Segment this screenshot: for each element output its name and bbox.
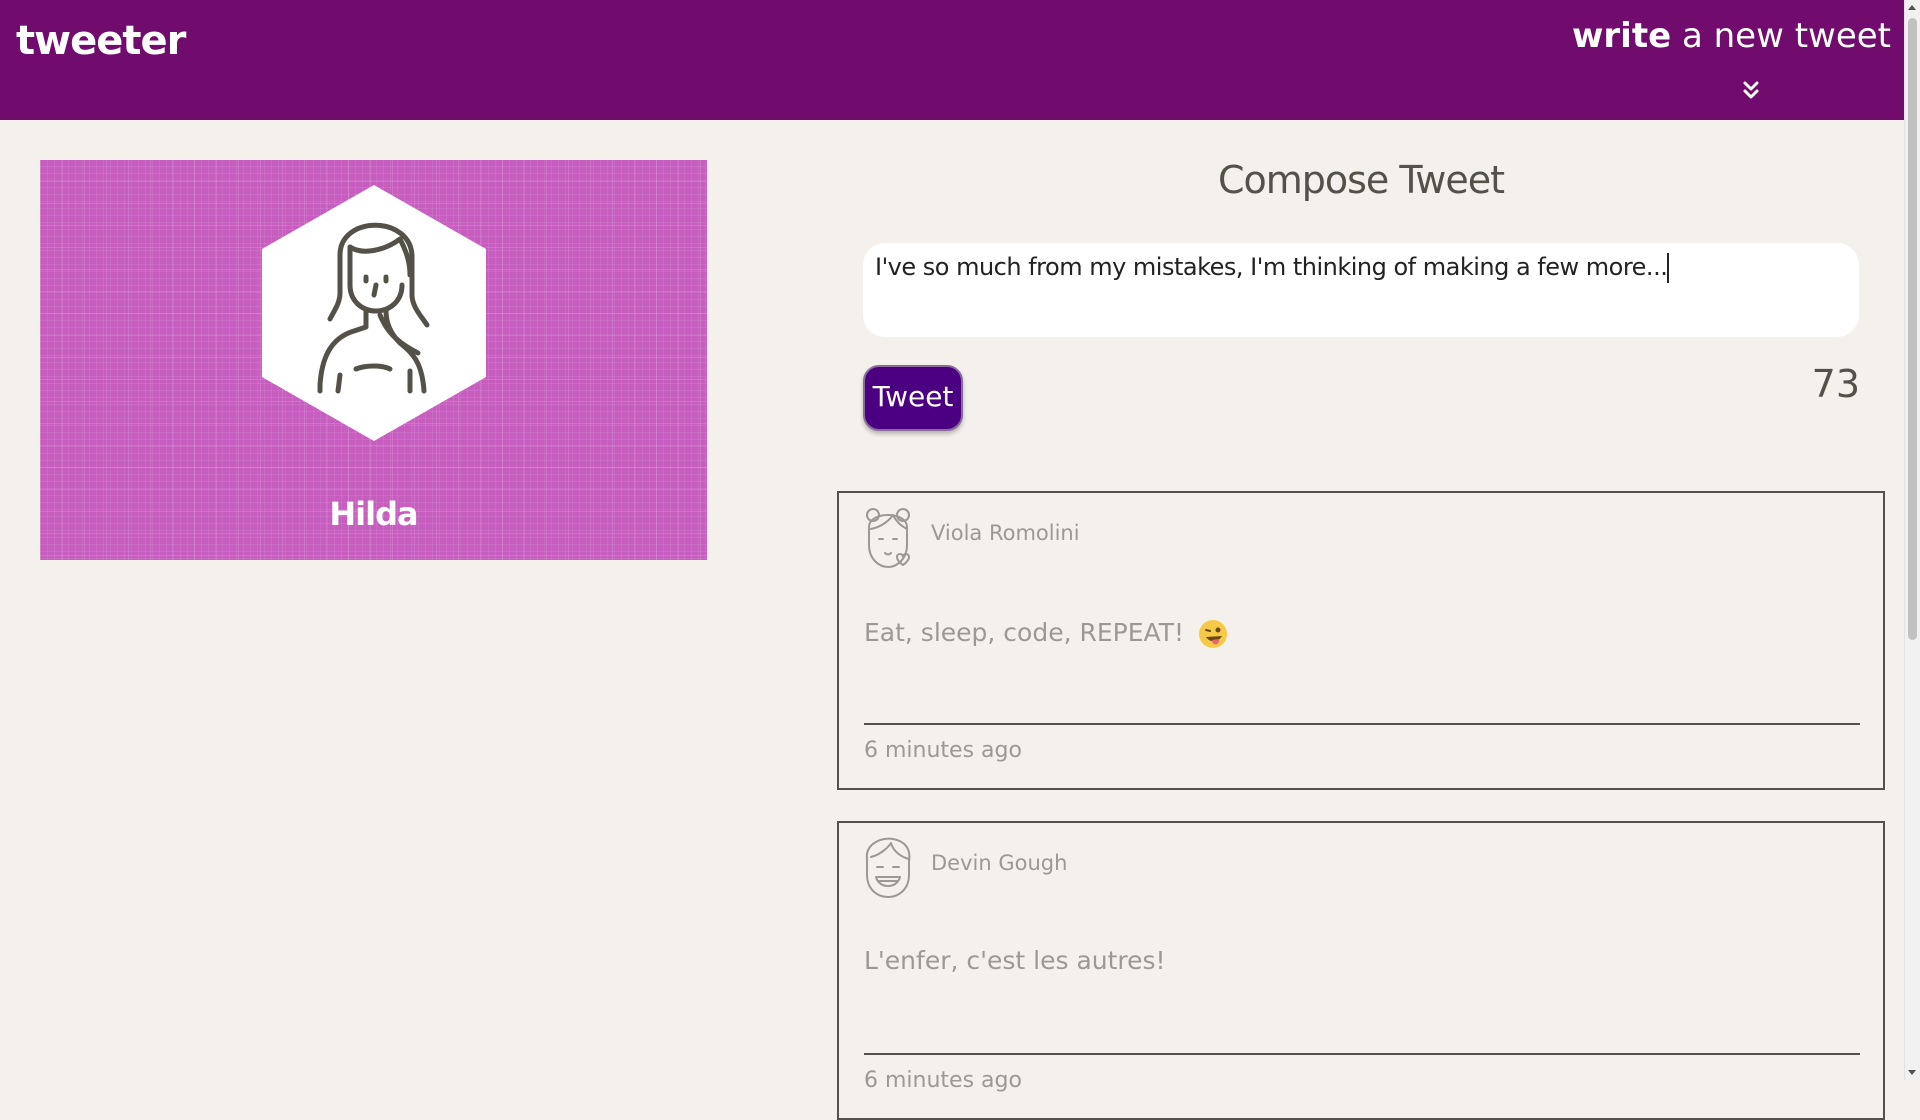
compose-title: Compose Tweet	[1217, 158, 1505, 202]
tweet-content: Eat, sleep, code, REPEAT!	[864, 618, 1228, 649]
boy-avatar-icon	[865, 837, 911, 898]
character-counter: 73	[1811, 362, 1860, 406]
woman-avatar-icon	[262, 185, 486, 441]
text-caret	[1667, 253, 1670, 283]
brand-logo[interactable]: tweeter	[16, 18, 186, 64]
tweet-divider	[864, 1053, 1860, 1055]
tweet-timestamp: 6 minutes ago	[864, 738, 1022, 763]
write-new-tweet-toggle[interactable]: write a new tweet	[1572, 16, 1891, 56]
scroll-thumb[interactable]	[1908, 18, 1917, 640]
page-scrollbar[interactable]	[1904, 0, 1920, 1080]
profile-card: Hilda	[40, 160, 707, 560]
tweet-textarea[interactable]: I've so much from my mistakes, I'm think…	[863, 243, 1859, 337]
tweet-divider	[864, 723, 1860, 725]
double-chevron-down-icon[interactable]	[1739, 78, 1763, 102]
tweet-button[interactable]: Tweet	[863, 365, 963, 431]
scroll-down-arrow[interactable]	[1908, 1070, 1916, 1075]
tweet-author: Viola Romolini	[931, 521, 1080, 545]
winking-tongue-emoji-icon	[1198, 620, 1227, 648]
tweet-text: I've so much from my mistakes, I'm think…	[875, 253, 1668, 281]
tweet-timestamp: 6 minutes ago	[864, 1068, 1022, 1093]
scroll-up-arrow[interactable]	[1908, 5, 1916, 10]
tweet-author: Devin Gough	[931, 851, 1068, 875]
tweet-card: Viola Romolini Eat, sleep, code, REPEAT!…	[837, 491, 1885, 790]
tweet-card: Devin Gough L'enfer, c'est les autres! 6…	[837, 821, 1885, 1120]
girl-avatar-icon	[866, 508, 910, 568]
write-new-rest: a new tweet	[1671, 16, 1891, 56]
tweet-content-text: Eat, sleep, code, REPEAT!	[864, 618, 1184, 647]
top-nav: tweeter write a new tweet	[0, 0, 1905, 120]
tweet-content: L'enfer, c'est les autres!	[864, 946, 1166, 975]
profile-name: Hilda	[329, 495, 418, 533]
write-new-bold: write	[1572, 16, 1672, 56]
